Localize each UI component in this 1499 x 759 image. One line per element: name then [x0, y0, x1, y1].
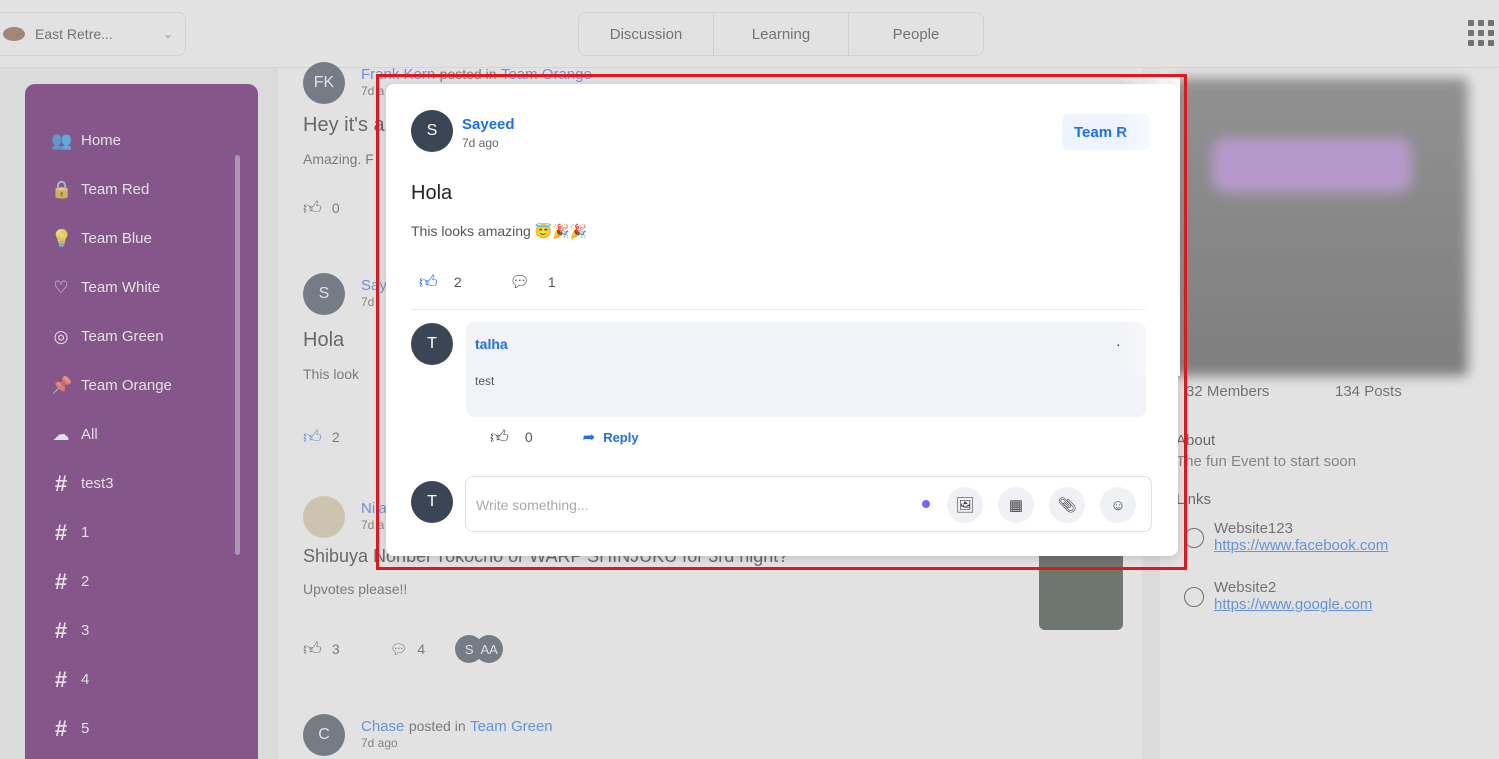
thumbs-up-icon[interactable]: 👍︎ — [490, 426, 509, 448]
comment-bubble: talha · test — [466, 322, 1146, 417]
comment-icon[interactable]: 💬︎ — [510, 272, 530, 292]
avatar: T — [411, 481, 453, 523]
post-detail-modal: S Sayeed 7d ago Team R Hola This looks a… — [386, 84, 1178, 556]
post-body: This looks amazing 😇🎉🎉 — [411, 223, 588, 239]
comment-like-count: 0 — [524, 429, 533, 445]
comment-composer: 🖼︎ ▦ 📎︎ ☺ — [465, 476, 1152, 532]
post-time: 7d ago — [462, 136, 499, 150]
modal-edge-fade — [1120, 76, 1180, 376]
attachment-icon[interactable]: 📎︎ — [1049, 487, 1085, 523]
status-dot — [922, 500, 930, 508]
comment-author[interactable]: talha — [475, 336, 508, 352]
image-icon[interactable]: 🖼︎ — [947, 487, 983, 523]
gif-icon[interactable]: ▦ — [998, 487, 1034, 523]
emoji-icon[interactable]: ☺ — [1100, 487, 1136, 523]
reply-button[interactable]: Reply — [603, 430, 638, 445]
divider — [411, 309, 1146, 310]
like-count: 2 — [453, 274, 462, 290]
comment-text: test — [475, 374, 495, 388]
comment-input[interactable] — [476, 494, 896, 516]
comment-actions: 👍︎ 0 ➦ Reply — [490, 426, 639, 448]
post-title: Hola — [411, 182, 453, 204]
post-reactions: 👍︎ 2 💬︎ 1 — [419, 271, 556, 293]
post-author[interactable]: Sayeed — [462, 116, 515, 133]
comment-count: 1 — [547, 274, 556, 290]
avatar: S — [411, 110, 453, 152]
thumbs-up-icon[interactable]: 👍︎ — [419, 271, 438, 293]
reply-icon[interactable]: ➦ — [583, 428, 596, 446]
avatar: T — [411, 323, 453, 365]
